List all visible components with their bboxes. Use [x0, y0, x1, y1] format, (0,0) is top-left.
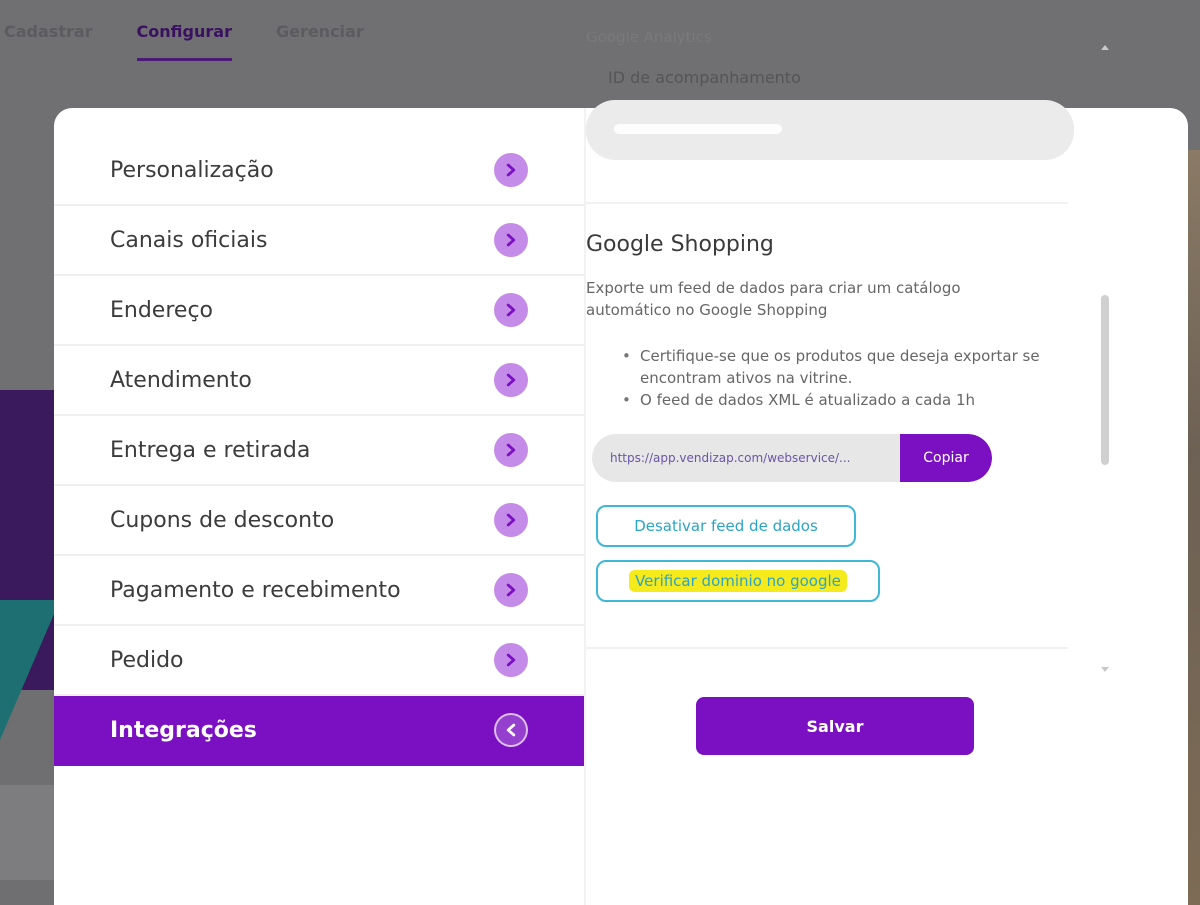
- sidebar-item-atendimento[interactable]: Atendimento: [54, 346, 584, 416]
- redacted-value: [614, 124, 782, 134]
- sidebar-item-label: Atendimento: [110, 367, 252, 393]
- save-button[interactable]: Salvar: [696, 697, 974, 755]
- feed-url-text[interactable]: https://app.vendizap.com/webservice/...: [592, 451, 900, 465]
- sidebar-item-personalizacao[interactable]: Personalização: [54, 136, 584, 206]
- analytics-heading: Google Analytics: [586, 32, 712, 46]
- google-shopping-description: Exporte um feed de dados para criar um c…: [586, 279, 961, 319]
- section-divider: [586, 647, 1068, 649]
- chevron-right-icon: [494, 293, 528, 327]
- scroll-thumb[interactable]: [1101, 295, 1109, 465]
- sidebar-item-label: Pagamento e recebimento: [110, 577, 401, 603]
- feed-url-field: https://app.vendizap.com/webservice/... …: [592, 434, 992, 482]
- tracking-id-label: ID de acompanhamento: [608, 68, 801, 87]
- section-divider: [586, 202, 1068, 204]
- sidebar-item-pedido[interactable]: Pedido: [54, 626, 584, 696]
- chevron-left-icon: [494, 713, 528, 747]
- list-item: Certifique-se que os produtos que deseja…: [612, 345, 1052, 389]
- sidebar-item-integracoes[interactable]: Integrações: [54, 696, 584, 766]
- chevron-right-icon: [494, 223, 528, 257]
- verify-domain-button[interactable]: Verificar dominio no google: [596, 560, 880, 602]
- settings-menu: Personalização Canais oficiais Endereço …: [54, 136, 584, 766]
- scroll-up-icon[interactable]: [1101, 45, 1109, 50]
- sidebar-item-label: Entrega e retirada: [110, 437, 311, 463]
- chevron-right-icon: [494, 573, 528, 607]
- settings-sidebar: Personalização Canais oficiais Endereço …: [54, 108, 584, 905]
- sidebar-item-label: Cupons de desconto: [110, 507, 335, 533]
- tab-gerenciar[interactable]: Gerenciar: [276, 22, 364, 62]
- tab-configurar[interactable]: Configurar: [136, 22, 233, 62]
- chevron-right-icon: [494, 503, 528, 537]
- scrollbar[interactable]: [1099, 45, 1109, 675]
- sidebar-item-label: Integrações: [110, 717, 257, 743]
- sidebar-item-endereco[interactable]: Endereço: [54, 276, 584, 346]
- panel-divider: [584, 108, 586, 905]
- google-shopping-notes: Certifique-se que os produtos que deseja…: [612, 345, 1052, 411]
- sidebar-item-pagamento[interactable]: Pagamento e recebimento: [54, 556, 584, 626]
- sidebar-item-canais-oficiais[interactable]: Canais oficiais: [54, 206, 584, 276]
- sidebar-item-label: Pedido: [110, 647, 184, 673]
- sidebar-item-entrega-retirada[interactable]: Entrega e retirada: [54, 416, 584, 486]
- disable-feed-button[interactable]: Desativar feed de dados: [596, 505, 856, 547]
- list-item: O feed de dados XML é atualizado a cada …: [612, 389, 1052, 411]
- chevron-right-icon: [494, 153, 528, 187]
- scroll-down-icon[interactable]: [1101, 667, 1109, 672]
- verify-domain-label: Verificar dominio no google: [629, 570, 847, 592]
- google-shopping-title: Google Shopping: [586, 232, 774, 257]
- chevron-right-icon: [494, 643, 528, 677]
- sidebar-item-label: Canais oficiais: [110, 227, 268, 253]
- copy-button[interactable]: Copiar: [900, 434, 992, 482]
- background-image: [1188, 150, 1200, 905]
- sidebar-item-label: Personalização: [110, 157, 274, 183]
- chevron-right-icon: [494, 433, 528, 467]
- sidebar-item-label: Endereço: [110, 297, 213, 323]
- sidebar-item-cupons[interactable]: Cupons de desconto: [54, 486, 584, 556]
- background-card: [0, 785, 60, 880]
- top-tabs: Cadastrar Configurar Gerenciar: [0, 22, 364, 62]
- chevron-right-icon: [494, 363, 528, 397]
- tab-cadastrar[interactable]: Cadastrar: [4, 22, 93, 62]
